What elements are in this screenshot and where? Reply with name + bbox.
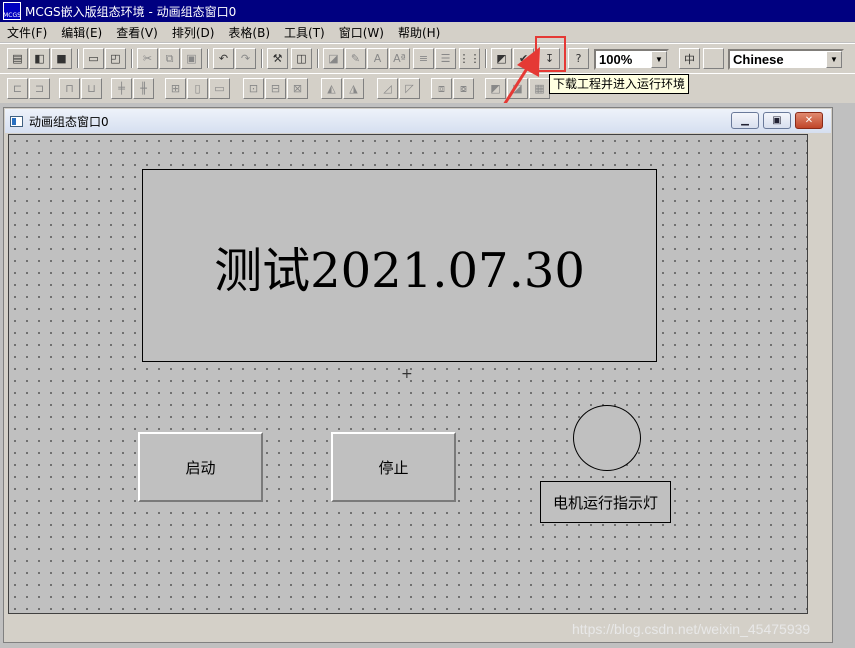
menu-view[interactable]: 查看(V) bbox=[109, 24, 165, 41]
save-icon[interactable]: ■ bbox=[51, 48, 72, 69]
align-right-icon[interactable]: ⊐ bbox=[29, 78, 50, 99]
copy-icon[interactable]: ⧉ bbox=[159, 48, 180, 69]
menu-table[interactable]: 表格(B) bbox=[221, 24, 277, 41]
layer-icon[interactable]: ◫ bbox=[291, 48, 312, 69]
line-color-icon[interactable]: ✎ bbox=[345, 48, 366, 69]
language-select[interactable]: Chinese ▼ bbox=[728, 49, 844, 70]
same-size-icon[interactable]: ⊞ bbox=[165, 78, 186, 99]
paste-icon[interactable]: ▣ bbox=[181, 48, 202, 69]
undo-icon[interactable]: ↶ bbox=[213, 48, 234, 69]
title-bar: MCGS MCGS嵌入版组态环境 - 动画组态窗口0 bbox=[0, 0, 855, 22]
menu-edit[interactable]: 编辑(E) bbox=[54, 24, 109, 41]
menu-bar: 文件(F) 编辑(E) 查看(V) 排列(D) 表格(B) 工具(T) 窗口(W… bbox=[0, 22, 855, 42]
center-horizontal-icon[interactable]: ╫ bbox=[133, 78, 154, 99]
center-window-icon[interactable]: ⊠ bbox=[287, 78, 308, 99]
line-width-icon[interactable]: ☰ bbox=[435, 48, 456, 69]
group-icon[interactable]: ⧈ bbox=[431, 78, 452, 99]
test-date-label[interactable]: 测试2021.07.30 bbox=[142, 169, 657, 362]
toolbar-separator bbox=[131, 49, 133, 68]
chevron-down-icon[interactable]: ▼ bbox=[826, 51, 842, 68]
menu-tools[interactable]: 工具(T) bbox=[277, 24, 332, 41]
watermark: https://blog.csdn.net/weixin_45475939 bbox=[572, 621, 811, 637]
align-left-icon[interactable]: ⊏ bbox=[7, 78, 28, 99]
space-horizontal-icon[interactable]: ⊡ bbox=[243, 78, 264, 99]
zoom-select[interactable]: 100% ▼ bbox=[594, 49, 669, 70]
language-switch-icon[interactable]: 中 bbox=[679, 48, 700, 69]
zoom-value: 100% bbox=[599, 52, 633, 67]
start-button[interactable]: 启动 bbox=[138, 432, 263, 502]
center-vertical-icon[interactable]: ╪ bbox=[111, 78, 132, 99]
chevron-down-icon[interactable]: ▼ bbox=[651, 51, 667, 68]
crosshair-icon: + bbox=[401, 366, 413, 382]
flip-vertical-icon[interactable]: ◸ bbox=[399, 78, 420, 99]
blank-tool-icon[interactable] bbox=[703, 48, 724, 69]
font-icon[interactable]: Aª bbox=[389, 48, 410, 69]
new-project-icon[interactable]: ▤ bbox=[7, 48, 28, 69]
menu-file[interactable]: 文件(F) bbox=[0, 24, 54, 41]
menu-arrange[interactable]: 排列(D) bbox=[165, 24, 222, 41]
arrange-toolbar: ⊏ ⊐ ⊓ ⊔ ╪ ╫ ⊞ ▯ ▭ ⊡ ⊟ ⊠ ◭ ◮ ◿ ◸ ⧈ ⧇ ◩ ◪ … bbox=[0, 73, 855, 104]
language-value: Chinese bbox=[733, 52, 784, 67]
menu-window[interactable]: 窗口(W) bbox=[332, 24, 391, 41]
line-type-icon[interactable]: ≡ bbox=[413, 48, 434, 69]
toolbar-separator bbox=[261, 49, 263, 68]
same-height-icon[interactable]: ▯ bbox=[187, 78, 208, 99]
standard-toolbar: ▤ ◧ ■ ▭ ◰ ✂ ⧉ ▣ ↶ ↷ ⚒ ◫ ◪ ✎ A Aª ≡ ☰ ⋮⋮ … bbox=[0, 43, 855, 74]
maximize-icon[interactable]: ▣ bbox=[763, 112, 791, 129]
help-pointer-icon[interactable]: ? bbox=[568, 48, 589, 69]
motor-indicator-lamp[interactable] bbox=[573, 405, 641, 471]
toolbar-separator bbox=[77, 49, 79, 68]
toolbox-icon[interactable]: ⚒ bbox=[267, 48, 288, 69]
align-top-icon[interactable]: ⊓ bbox=[59, 78, 80, 99]
space-vertical-icon[interactable]: ⊟ bbox=[265, 78, 286, 99]
flip-horizontal-icon[interactable]: ◿ bbox=[377, 78, 398, 99]
child-window-title: 动画组态窗口0 bbox=[29, 114, 109, 129]
child-title-bar: 动画组态窗口0 ▁ ▣ ✕ bbox=[5, 109, 831, 133]
window-icon bbox=[10, 115, 23, 127]
redo-icon[interactable]: ↷ bbox=[235, 48, 256, 69]
rotate-left-icon[interactable]: ◭ bbox=[321, 78, 342, 99]
motor-lamp-label[interactable]: 电机运行指示灯 bbox=[540, 481, 671, 523]
vertical-scrollbar[interactable] bbox=[808, 134, 826, 614]
cut-icon[interactable]: ✂ bbox=[137, 48, 158, 69]
menu-help[interactable]: 帮助(H) bbox=[391, 24, 447, 41]
toolbar-separator bbox=[317, 49, 319, 68]
download-tooltip: 下载工程并进入运行环境 bbox=[549, 74, 690, 94]
stop-button[interactable]: 停止 bbox=[331, 432, 456, 502]
same-width-icon[interactable]: ▭ bbox=[209, 78, 230, 99]
font-color-icon[interactable]: A bbox=[367, 48, 388, 69]
close-icon[interactable]: ✕ bbox=[795, 112, 823, 129]
mcgs-app-icon: MCGS bbox=[3, 2, 21, 20]
window-title: MCGS嵌入版组态环境 - 动画组态窗口0 bbox=[25, 4, 237, 19]
print-icon[interactable]: ▭ bbox=[83, 48, 104, 69]
minimize-icon[interactable]: ▁ bbox=[731, 112, 759, 129]
toolbar-separator bbox=[207, 49, 209, 68]
align-bottom-icon[interactable]: ⊔ bbox=[81, 78, 102, 99]
print-preview-icon[interactable]: ◰ bbox=[105, 48, 126, 69]
open-project-icon[interactable]: ◧ bbox=[29, 48, 50, 69]
fill-color-icon[interactable]: ◪ bbox=[323, 48, 344, 69]
rotate-right-icon[interactable]: ◮ bbox=[343, 78, 364, 99]
